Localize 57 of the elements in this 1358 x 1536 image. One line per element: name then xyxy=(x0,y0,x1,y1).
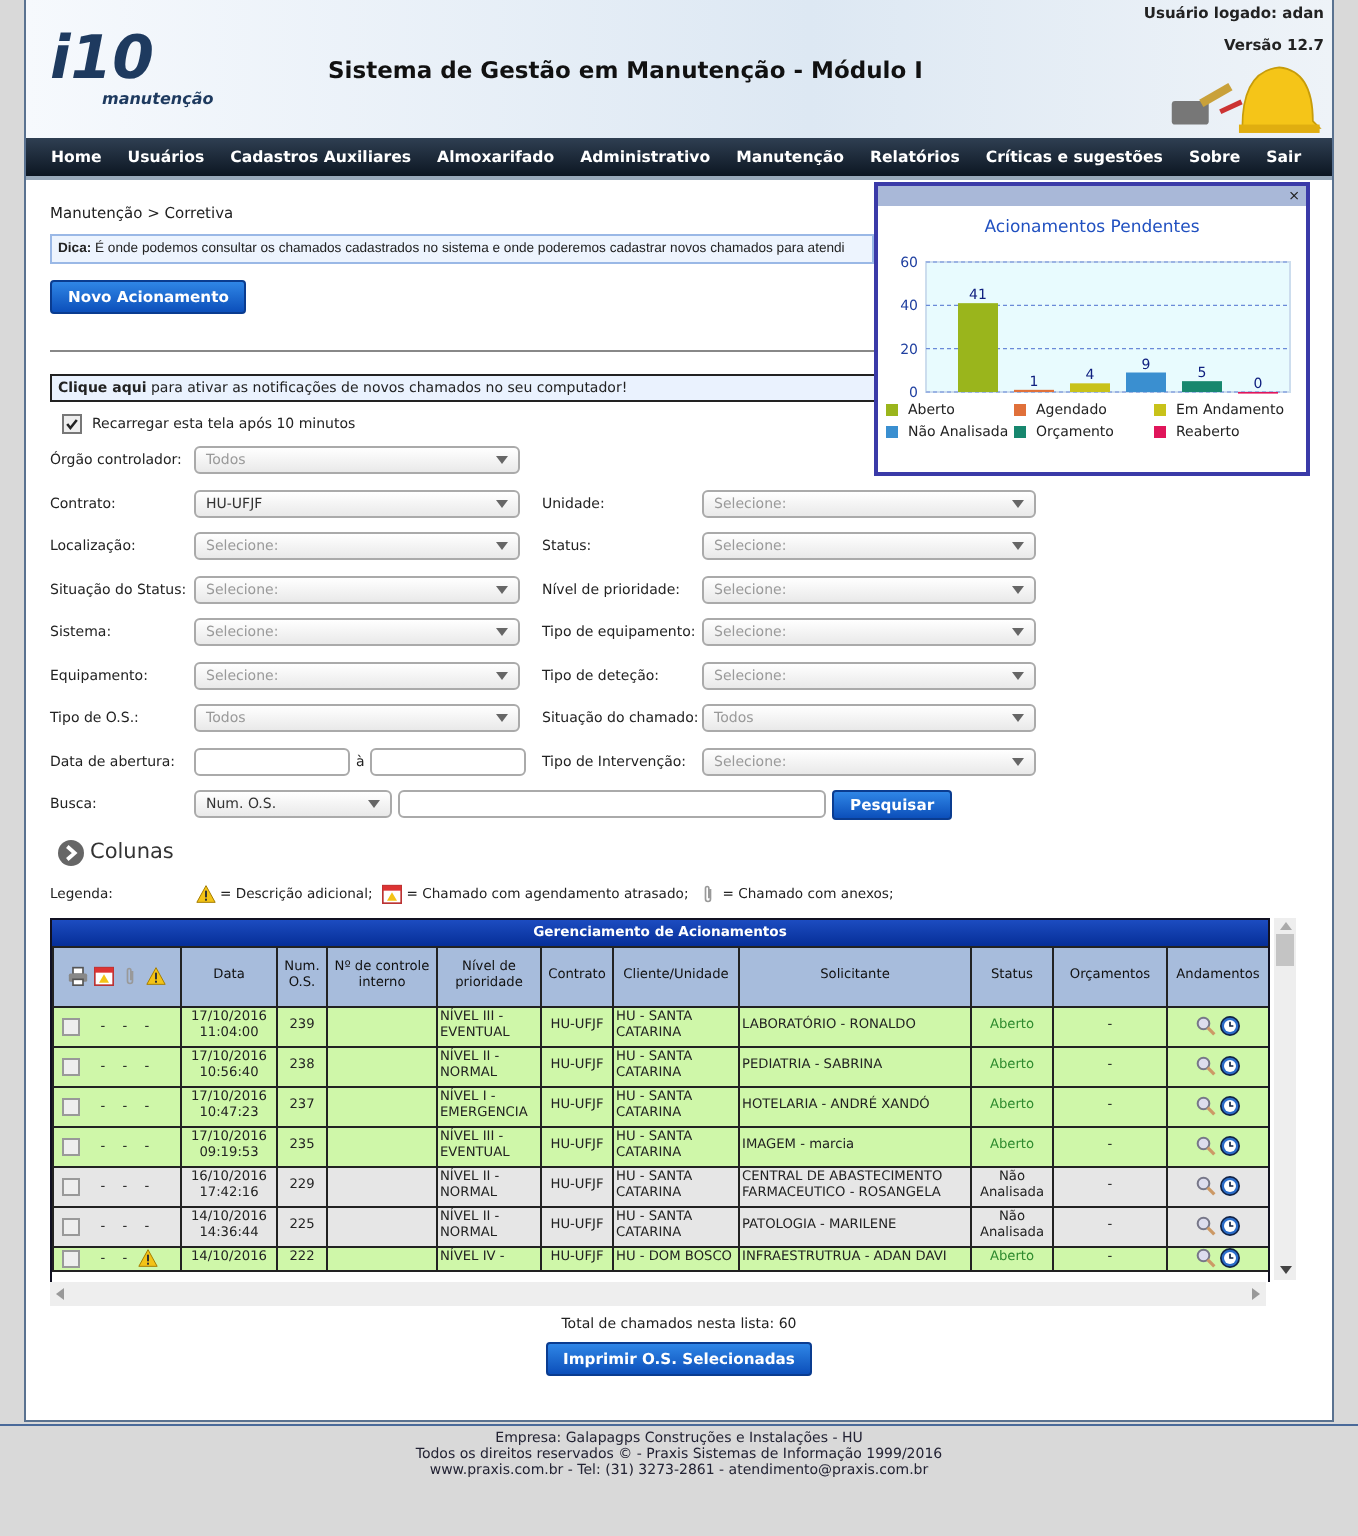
chart-bar xyxy=(1070,383,1110,392)
caret-icon xyxy=(1012,757,1024,766)
search-icon[interactable] xyxy=(1196,1216,1216,1236)
search-icon[interactable] xyxy=(1196,1096,1216,1116)
columns-toggle[interactable]: Colunas xyxy=(90,840,174,864)
row-checkbox[interactable] xyxy=(62,1177,80,1195)
caret-icon xyxy=(1012,585,1024,594)
row-checkbox[interactable] xyxy=(62,1249,80,1267)
logo-subtext: manutenção xyxy=(102,90,216,108)
calendar-icon xyxy=(94,966,114,986)
warning-icon xyxy=(196,883,216,903)
chart-bar xyxy=(958,303,998,392)
search-icon[interactable] xyxy=(1196,1016,1216,1036)
caret-icon xyxy=(1012,499,1024,508)
logo-text: i10 xyxy=(50,30,155,90)
row-checkbox[interactable] xyxy=(62,1217,80,1235)
app-title: Sistema de Gestão em Manutenção - Módulo I xyxy=(328,55,923,83)
caret-icon xyxy=(496,456,508,465)
clock-icon[interactable] xyxy=(1220,1248,1240,1268)
chart-title: Acionamentos Pendentes xyxy=(982,218,1202,238)
caret-icon xyxy=(1012,671,1024,680)
clock-icon[interactable] xyxy=(1220,1016,1240,1036)
caret-icon xyxy=(496,714,508,723)
search-icon[interactable] xyxy=(1196,1248,1216,1268)
chart-bar xyxy=(1182,381,1222,392)
caret-icon xyxy=(368,800,380,809)
search-icon[interactable] xyxy=(1196,1056,1216,1076)
vertical-scrollbar[interactable] xyxy=(1274,917,1296,1279)
clock-icon[interactable] xyxy=(1220,1176,1240,1196)
search-icon[interactable] xyxy=(1196,1176,1216,1196)
warning-icon xyxy=(146,966,166,986)
chart-bar xyxy=(1126,372,1166,392)
caret-icon xyxy=(496,585,508,594)
clock-icon[interactable] xyxy=(1220,1096,1240,1116)
caret-icon xyxy=(496,542,508,551)
clock-icon[interactable] xyxy=(1220,1056,1240,1076)
date-from-field[interactable] xyxy=(194,747,350,776)
row-checkbox[interactable] xyxy=(62,1017,80,1035)
clock-icon[interactable] xyxy=(1220,1216,1240,1236)
reload-checkbox[interactable] xyxy=(62,414,82,434)
date-to-field[interactable] xyxy=(370,747,527,776)
caret-icon xyxy=(496,628,508,637)
caret-icon xyxy=(1012,714,1024,723)
row-checkbox[interactable] xyxy=(62,1097,80,1115)
horizontal-scrollbar[interactable] xyxy=(50,1281,1266,1305)
caret-icon xyxy=(496,499,508,508)
search-icon[interactable] xyxy=(1196,1136,1216,1156)
chevron-circle-icon[interactable] xyxy=(58,839,84,865)
clock-icon[interactable] xyxy=(1220,1136,1240,1156)
calendar-icon xyxy=(382,883,403,903)
printer-icon[interactable] xyxy=(68,966,88,986)
caret-icon xyxy=(496,671,508,680)
search-field[interactable] xyxy=(398,790,826,819)
caret-icon xyxy=(1012,628,1024,637)
row-checkbox[interactable] xyxy=(62,1137,80,1155)
row-checkbox[interactable] xyxy=(62,1057,80,1075)
caret-icon xyxy=(1012,542,1024,551)
